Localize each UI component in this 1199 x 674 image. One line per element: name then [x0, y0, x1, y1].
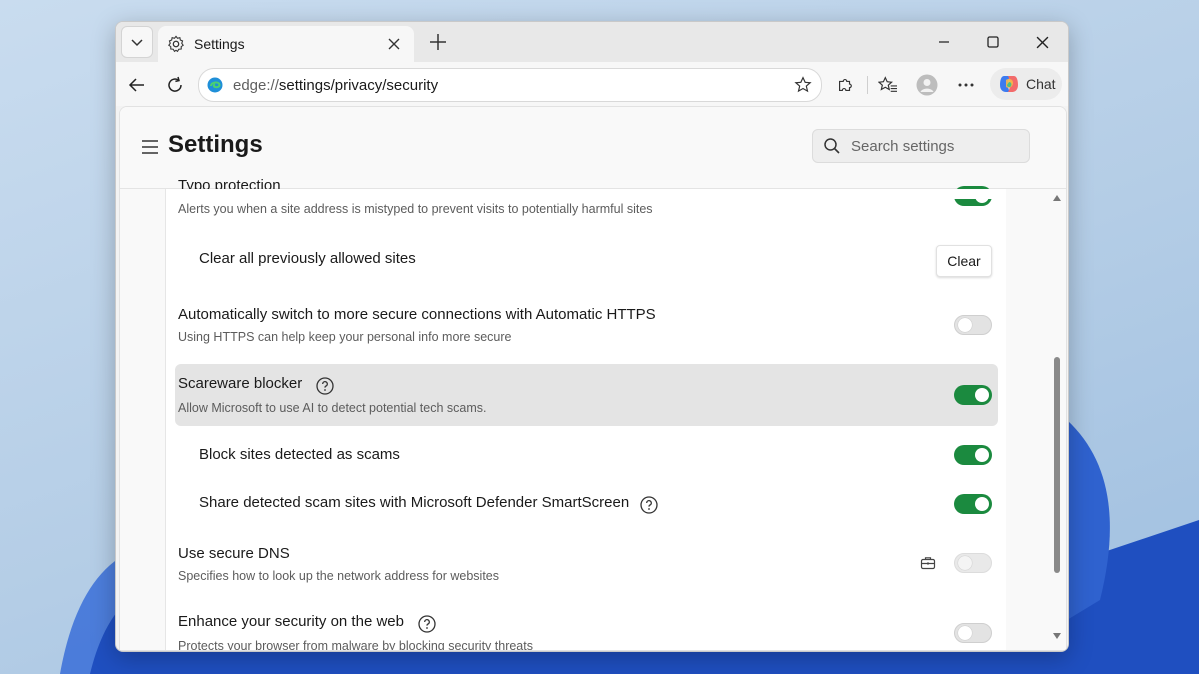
setting-title: Use secure DNS [178, 545, 290, 562]
search-icon [824, 138, 840, 154]
back-arrow-icon [128, 78, 144, 92]
extensions-button[interactable] [830, 70, 860, 100]
back-button[interactable] [122, 70, 152, 100]
toolbar-divider [867, 76, 868, 94]
setting-title: Block sites detected as scams [199, 446, 400, 463]
gear-icon [166, 34, 186, 54]
setting-description: Protects your browser from malware by bl… [178, 639, 533, 651]
url-path: settings/privacy/security [278, 76, 439, 94]
help-icon[interactable] [316, 377, 334, 395]
favorite-star-icon[interactable] [791, 73, 815, 97]
setting-title: Scareware blocker [178, 375, 303, 392]
setting-description: Alerts you when a site address is mistyp… [178, 202, 653, 216]
browser-window: Settings edge://settings/privacy/securit… [115, 21, 1069, 652]
url-text: edge://settings/privacy/security [233, 77, 791, 94]
minimize-icon [939, 41, 949, 43]
tab-actions-menu-button[interactable] [121, 26, 153, 58]
search-input[interactable] [849, 136, 1023, 156]
close-window-button[interactable] [1018, 22, 1066, 62]
more-dots-icon [958, 83, 974, 87]
page-scrollbar[interactable] [1048, 189, 1066, 650]
setting-description: Using HTTPS can help keep your personal … [178, 330, 512, 344]
puzzle-icon [839, 79, 852, 91]
profile-button[interactable] [912, 70, 942, 100]
share-scam-sites-toggle[interactable] [954, 494, 992, 514]
maximize-icon [987, 36, 999, 48]
clear-button[interactable]: Clear [936, 245, 992, 277]
automatic-https-toggle[interactable] [954, 315, 992, 335]
security-settings-panel: Typo protection Alerts you when a site a… [165, 177, 1006, 651]
block-scam-sites-toggle[interactable] [954, 445, 992, 465]
maximize-button[interactable] [969, 22, 1017, 62]
tab-strip: Settings [116, 22, 1068, 62]
url-scheme: edge:// [233, 76, 279, 94]
chevron-down-icon [131, 39, 143, 47]
close-icon [1036, 36, 1048, 48]
copilot-chat-button[interactable]: Chat [990, 68, 1062, 100]
managed-by-organization-icon [920, 557, 936, 570]
page-title: Settings [168, 131, 263, 158]
address-bar[interactable]: edge://settings/privacy/security [198, 68, 822, 102]
browser-toolbar: edge://settings/privacy/security Chat [116, 62, 1068, 106]
scrollbar-thumb[interactable] [1054, 357, 1060, 573]
setting-title: Clear all previously allowed sites [199, 250, 416, 267]
refresh-button[interactable] [160, 70, 190, 100]
setting-description: Specifies how to look up the network add… [178, 569, 500, 583]
scroll-down-arrow-icon[interactable] [1053, 633, 1061, 639]
plus-icon [430, 34, 446, 50]
enhance-security-toggle[interactable] [954, 623, 992, 643]
search-box[interactable] [812, 129, 1030, 163]
chat-label: Chat [1026, 76, 1056, 92]
avatar-icon [916, 74, 938, 96]
help-icon[interactable] [640, 496, 658, 514]
setting-description: Allow Microsoft to use AI to detect pote… [178, 401, 487, 415]
setting-title: Automatically switch to more secure conn… [178, 306, 656, 323]
scroll-clip [166, 189, 1006, 199]
tab-title: Settings [194, 36, 245, 52]
secure-dns-toggle[interactable] [954, 553, 992, 573]
scareware-blocker-toggle[interactable] [954, 385, 992, 405]
more-options-button[interactable] [951, 70, 981, 100]
copilot-icon [1000, 76, 1018, 92]
refresh-icon [168, 76, 182, 92]
setting-title: Enhance your security on the web [178, 613, 404, 630]
tab-settings[interactable]: Settings [158, 26, 414, 62]
help-icon[interactable] [418, 615, 436, 633]
favorites-icon [878, 76, 897, 92]
new-tab-button[interactable] [424, 28, 452, 56]
hamburger-menu-icon[interactable] [140, 137, 160, 157]
close-tab-icon[interactable] [382, 32, 406, 56]
settings-page: Settings Typo protection Alerts you when… [119, 106, 1067, 651]
minimize-button[interactable] [920, 22, 968, 62]
setting-title: Share detected scam sites with Microsoft… [199, 494, 630, 511]
favorites-button[interactable] [873, 70, 903, 100]
edge-logo-icon [207, 77, 223, 93]
highlight-row [175, 364, 998, 426]
scroll-up-arrow-icon[interactable] [1053, 195, 1061, 201]
